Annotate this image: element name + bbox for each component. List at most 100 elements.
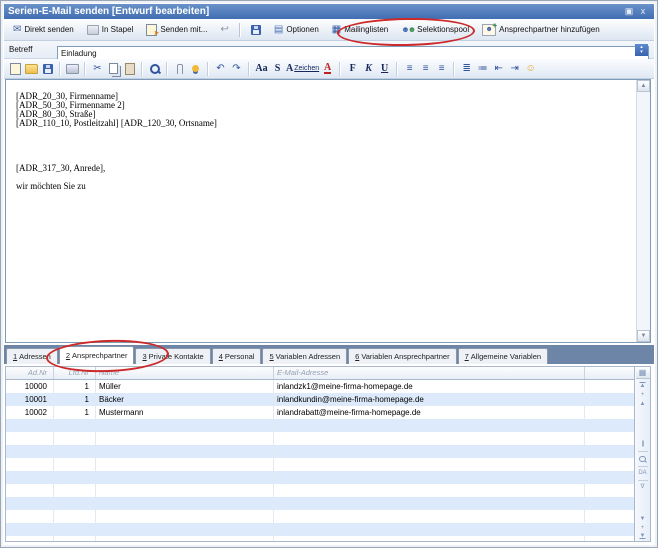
- redo-button[interactable]: ↷: [229, 61, 244, 77]
- filter-icon[interactable]: ∇: [635, 483, 650, 492]
- save-button[interactable]: [40, 61, 55, 77]
- empty-table-row[interactable]: [6, 510, 634, 523]
- bold-button[interactable]: F: [345, 61, 360, 77]
- col-lfdnr[interactable]: Lfd.Nr: [54, 367, 96, 379]
- col-filler: [585, 367, 634, 379]
- restore-window-button[interactable]: ▣: [622, 5, 636, 18]
- ansprechpartner-hinzufuegen-button[interactable]: ☻+ Ansprechpartner hinzufügen: [477, 21, 605, 39]
- send-back-button[interactable]: ↩: [215, 22, 233, 38]
- empty-cell: [6, 432, 54, 445]
- mailinglisten-button[interactable]: ▦ Mailinglisten: [327, 22, 393, 38]
- table-row[interactable]: 10001 1 Bäcker inlandkundin@meine-firma-…: [6, 393, 634, 406]
- open-button[interactable]: [24, 61, 39, 77]
- in-stapel-button[interactable]: In Stapel: [82, 22, 139, 38]
- char-word-label: Zeichen: [294, 65, 319, 72]
- undo-button[interactable]: ↶: [213, 61, 228, 77]
- page-up-icon[interactable]: +: [635, 391, 650, 400]
- indent-icon: ⇥: [510, 63, 518, 75]
- empty-table-row[interactable]: [6, 536, 634, 541]
- new-button[interactable]: [8, 61, 23, 77]
- empty-table-row[interactable]: [6, 458, 634, 471]
- smiley-button[interactable]: ☺: [523, 61, 538, 77]
- senden-mit-button[interactable]: ➤ Senden mit...: [141, 21, 212, 39]
- undo-icon: ↶: [216, 63, 224, 75]
- stamp-button[interactable]: [188, 61, 203, 77]
- empty-table-row[interactable]: [6, 419, 634, 432]
- table-row[interactable]: 10002 1 Mustermann inlandrabatt@meine-fi…: [6, 406, 634, 419]
- columns-icon[interactable]: |||: [635, 440, 650, 449]
- col-name[interactable]: Name: [96, 367, 274, 379]
- grid-menu-button[interactable]: ▦: [636, 367, 650, 379]
- tab-allgemeine-variablen[interactable]: 7Allgemeine Variablen: [458, 348, 549, 364]
- empty-cell: [54, 523, 96, 536]
- zoom-button[interactable]: [147, 61, 162, 77]
- save-draft-button[interactable]: [246, 22, 266, 38]
- first-record-icon[interactable]: ▲: [635, 382, 650, 391]
- selektionspool-button[interactable]: ☻☻ Selektionspool: [396, 22, 474, 37]
- italic-button[interactable]: K: [361, 61, 376, 77]
- tab-variablen-ansprechpartner[interactable]: 6Variablen Ansprechpartner: [348, 348, 456, 364]
- editor-line: [16, 173, 632, 182]
- empty-cell: [96, 484, 274, 497]
- tab-variablen-adressen[interactable]: 5Variablen Adressen: [262, 348, 347, 364]
- align-center-button[interactable]: ≡: [418, 61, 433, 77]
- empty-table-row[interactable]: [6, 445, 634, 458]
- col-email[interactable]: E-Mail-Adresse: [274, 367, 585, 379]
- close-window-button[interactable]: x: [636, 5, 650, 18]
- underline-button[interactable]: U: [377, 61, 392, 77]
- attach-button[interactable]: [172, 61, 187, 77]
- editor-line: [ADR_110_10, Postleitzahl] [ADR_120_30, …: [16, 119, 632, 128]
- outdent-button[interactable]: ⇤: [491, 61, 506, 77]
- copy-button[interactable]: [106, 61, 121, 77]
- prior-record-icon[interactable]: ▲: [635, 400, 650, 409]
- options-icon: ▤: [274, 25, 283, 35]
- search-icon[interactable]: [639, 456, 646, 463]
- empty-table-row[interactable]: [6, 484, 634, 497]
- empty-table-row[interactable]: [6, 497, 634, 510]
- empty-table-row[interactable]: [6, 523, 634, 536]
- sort-icon[interactable]: DA: [635, 469, 650, 478]
- cut-button[interactable]: ✂: [90, 61, 105, 77]
- cell-name: Mustermann: [96, 406, 274, 419]
- col-adnr[interactable]: Ad.Nr: [6, 367, 54, 379]
- empty-table-row[interactable]: [6, 432, 634, 445]
- optionen-button[interactable]: ▤ Optionen: [269, 22, 324, 38]
- italic-icon: K: [365, 63, 372, 74]
- char-format-button[interactable]: A Zeichen: [286, 61, 319, 77]
- tab-personal[interactable]: 4Personal: [212, 348, 262, 364]
- align-right-button[interactable]: ≡: [434, 61, 449, 77]
- page-down-icon[interactable]: +: [635, 524, 650, 533]
- font-size-button[interactable]: S: [270, 61, 285, 77]
- subject-combo-button[interactable]: ▴ ▾: [635, 44, 648, 56]
- mailinglisten-label: Mailinglisten: [344, 25, 388, 34]
- scroll-up-icon[interactable]: ▲: [637, 80, 650, 92]
- font-color-button[interactable]: A: [320, 61, 335, 77]
- bold-icon: F: [350, 63, 356, 74]
- printer-icon: [66, 64, 79, 74]
- paste-button[interactable]: [122, 61, 137, 77]
- scroll-down-icon[interactable]: ▼: [637, 330, 650, 342]
- next-record-icon[interactable]: ▼: [635, 515, 650, 524]
- empty-table-row[interactable]: [6, 471, 634, 484]
- empty-cell: [54, 471, 96, 484]
- optionen-label: Optionen: [286, 25, 318, 34]
- table-row[interactable]: 10000 1 Müller inlandzk1@meine-firma-hom…: [6, 380, 634, 393]
- tab-adressen[interactable]: 1Adressen: [6, 348, 58, 364]
- paperclip-icon: [177, 64, 183, 74]
- last-record-icon[interactable]: ▼: [635, 532, 650, 541]
- print-button[interactable]: [65, 61, 80, 77]
- editor-body[interactable]: [ADR_20_30, Firmenname] [ADR_50_30, Firm…: [6, 80, 636, 342]
- tab-ansprechpartner[interactable]: 2Ansprechpartner: [59, 346, 135, 364]
- tab-private-kontakte[interactable]: 3Private Kontakte: [135, 348, 210, 364]
- subject-input[interactable]: [57, 46, 649, 60]
- mailinglist-icon: ▦: [332, 25, 341, 35]
- tab-accelerator: 7: [465, 352, 469, 361]
- numbered-list-button[interactable]: ≣: [459, 61, 474, 77]
- editor-scrollbar[interactable]: ▲ ▼: [636, 80, 650, 342]
- font-button[interactable]: Aa: [254, 61, 269, 77]
- indent-button[interactable]: ⇥: [507, 61, 522, 77]
- bullet-list-button[interactable]: ≔: [475, 61, 490, 77]
- direkt-senden-button[interactable]: ✉ Direkt senden: [8, 22, 79, 38]
- cell-email: inlandrabatt@meine-firma-homepage.de: [274, 406, 585, 419]
- align-left-button[interactable]: ≡: [402, 61, 417, 77]
